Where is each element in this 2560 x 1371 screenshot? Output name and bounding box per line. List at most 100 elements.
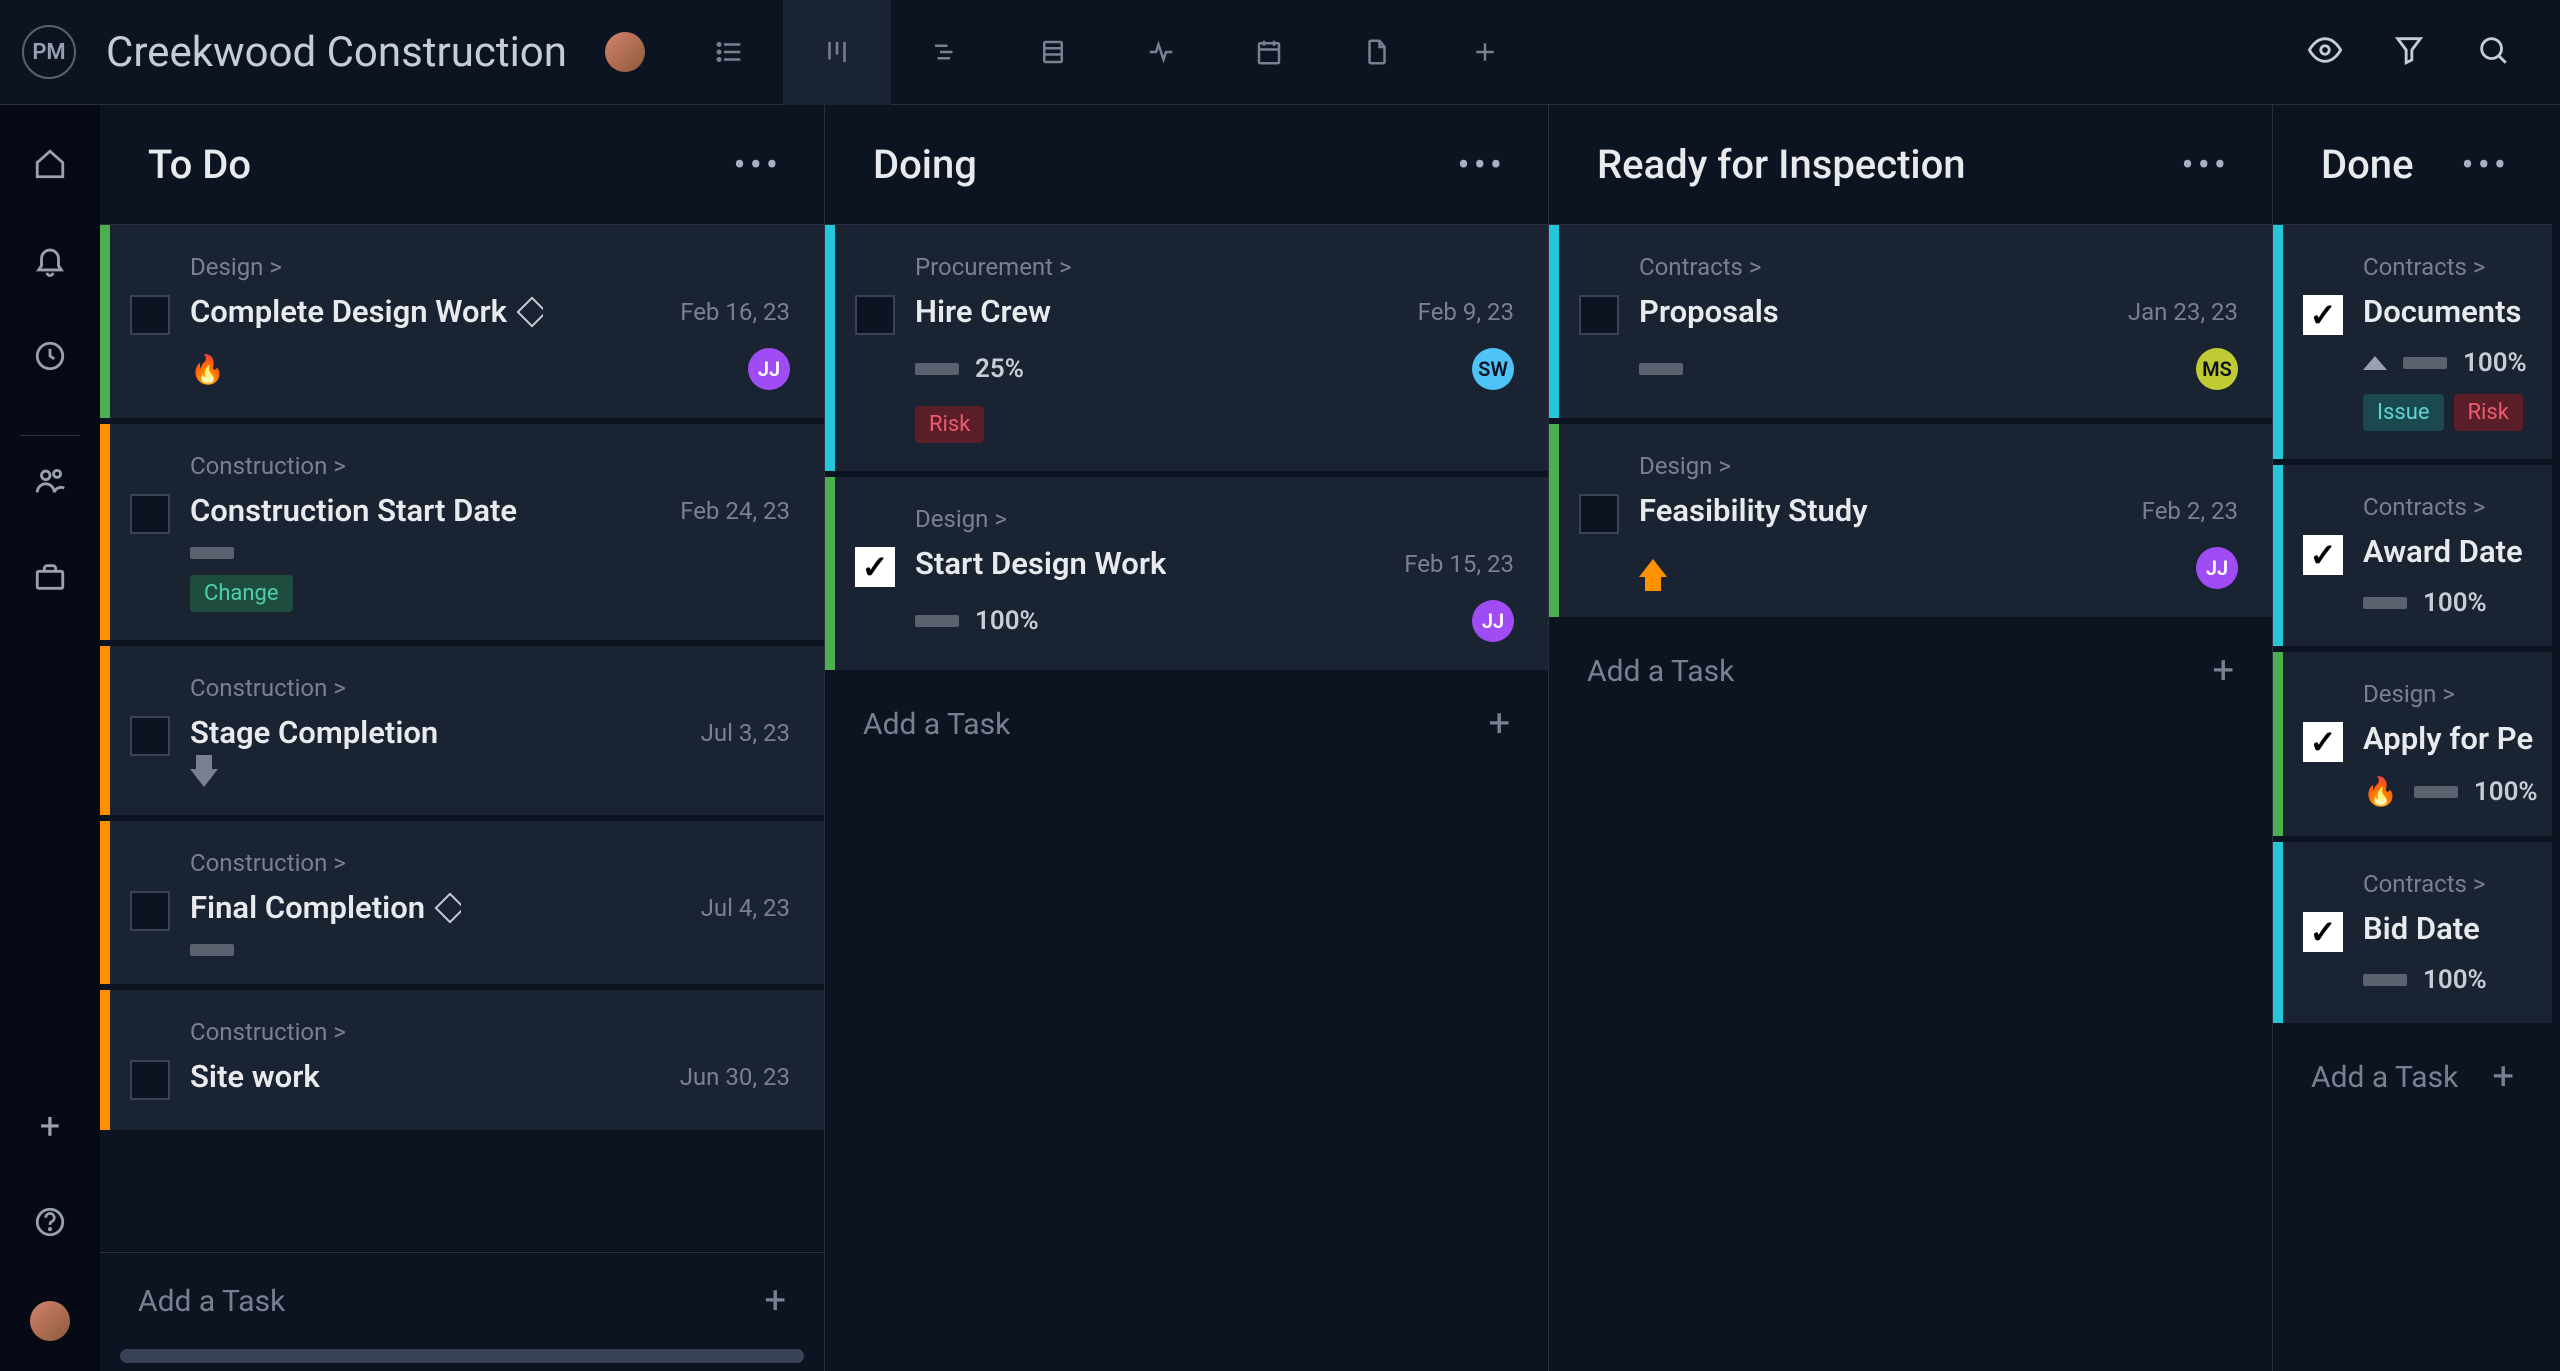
card-title: Hire Crew — [915, 293, 1051, 330]
assignee-avatar[interactable]: SW — [1472, 348, 1514, 390]
task-checkbox[interactable] — [2303, 912, 2343, 952]
view-files[interactable] — [1323, 0, 1431, 105]
view-board[interactable] — [783, 0, 891, 105]
task-card[interactable]: Procurement >Hire CrewFeb 9, 2325%SWRisk — [825, 225, 1548, 471]
project-title[interactable]: Creekwood Construction — [106, 28, 567, 77]
add-task-button[interactable]: Add a Task+ — [1549, 623, 2272, 719]
task-card[interactable]: Construction >Final CompletionJul 4, 23 — [100, 821, 824, 984]
search-button[interactable] — [2476, 33, 2510, 71]
task-card[interactable]: Design >Complete Design WorkFeb 16, 23🔥J… — [100, 225, 824, 418]
task-card[interactable]: Construction >Construction Start DateFeb… — [100, 424, 824, 640]
card-category[interactable]: Construction > — [190, 674, 790, 702]
task-card[interactable]: Contracts >Documents100%IssueRisk — [2273, 225, 2552, 459]
card-category[interactable]: Contracts > — [2363, 253, 2527, 281]
add-task-button[interactable]: Add a Task+ — [100, 1253, 824, 1349]
nav-recent[interactable] — [33, 339, 67, 377]
task-checkbox[interactable] — [130, 295, 170, 335]
view-activity[interactable] — [1107, 0, 1215, 105]
task-card[interactable]: Construction >Stage CompletionJul 3, 23 — [100, 646, 824, 815]
card-content: Procurement >Hire CrewFeb 9, 2325%SWRisk — [835, 225, 1548, 471]
card-category[interactable]: Construction > — [190, 1018, 790, 1046]
card-category[interactable]: Procurement > — [915, 253, 1514, 281]
column-menu-button[interactable]: ••• — [1458, 144, 1506, 186]
kanban-board[interactable]: To Do ••• Design >Complete Design WorkFe… — [100, 105, 2560, 1371]
people-icon — [33, 464, 67, 498]
add-task-label: Add a Task — [863, 707, 1010, 742]
task-card[interactable]: Design >Feasibility StudyFeb 2, 23JJ — [1549, 424, 2272, 617]
task-checkbox[interactable] — [855, 295, 895, 335]
view-table[interactable] — [999, 0, 1107, 105]
view-add[interactable] — [1431, 0, 1539, 105]
task-card[interactable]: Contracts >Award Date100% — [2273, 465, 2552, 646]
task-card[interactable]: Contracts >ProposalsJan 23, 23MS — [1549, 225, 2272, 418]
tag[interactable]: Risk — [915, 406, 984, 443]
tag[interactable]: Issue — [2363, 394, 2444, 431]
task-checkbox[interactable] — [130, 716, 170, 756]
card-main: Procurement >Hire CrewFeb 9, 2325%SWRisk — [915, 253, 1514, 443]
nav-team[interactable] — [33, 464, 67, 502]
priority-high-icon — [1639, 559, 1667, 577]
column-title: Done — [2321, 141, 2414, 188]
column-body: Contracts > Documents 100% Issue Risk Contrac… — [2273, 225, 2552, 1371]
card-title: Documents — [2363, 293, 2521, 330]
task-checkbox[interactable] — [1579, 295, 1619, 335]
assignee-avatar[interactable]: JJ — [748, 348, 790, 390]
progress-text: 100% — [2423, 965, 2487, 995]
view-calendar[interactable] — [1215, 0, 1323, 105]
task-card[interactable]: Design >Apply for Pe🔥100% — [2273, 652, 2552, 836]
task-card[interactable]: Construction >Site workJun 30, 23 — [100, 990, 824, 1130]
plus-icon: + — [1488, 702, 1510, 746]
add-task-button[interactable]: Add a Task + — [825, 676, 1548, 772]
task-checkbox[interactable] — [2303, 722, 2343, 762]
card-category[interactable]: Contracts > — [2363, 493, 2523, 521]
card-category[interactable]: Design > — [1639, 452, 2238, 480]
task-card[interactable]: Design >Start Design WorkFeb 15, 23100%J… — [825, 477, 1548, 670]
app-logo[interactable]: PM — [22, 25, 76, 79]
tag[interactable]: Change — [190, 575, 293, 612]
task-checkbox[interactable] — [2303, 295, 2343, 335]
task-checkbox[interactable] — [2303, 535, 2343, 575]
assignee-avatar[interactable]: JJ — [1472, 600, 1514, 642]
card-category[interactable]: Contracts > — [2363, 870, 2518, 898]
column-menu-button[interactable]: ••• — [2462, 144, 2510, 186]
card-stripe — [2273, 465, 2283, 646]
filter-button[interactable] — [2392, 33, 2426, 71]
card-category[interactable]: Construction > — [190, 849, 790, 877]
scrollbar[interactable] — [120, 1349, 804, 1363]
nav-add[interactable]: + — [40, 1105, 60, 1147]
nav-user-avatar[interactable] — [30, 1301, 70, 1341]
card-date: Feb 2, 23 — [2142, 497, 2238, 525]
assignee-avatar[interactable]: JJ — [2196, 547, 2238, 589]
card-stripe — [100, 646, 110, 815]
nav-notifications[interactable] — [33, 243, 67, 281]
task-card[interactable]: Contracts >Bid Date100% — [2273, 842, 2552, 1023]
card-category[interactable]: Construction > — [190, 452, 790, 480]
view-list[interactable] — [675, 0, 783, 105]
card-category[interactable]: Design > — [915, 505, 1514, 533]
assignee-avatar[interactable]: MS — [2196, 348, 2238, 390]
task-checkbox[interactable] — [1579, 494, 1619, 534]
view-gantt[interactable] — [891, 0, 999, 105]
task-checkbox[interactable] — [130, 891, 170, 931]
nav-help[interactable] — [33, 1205, 67, 1243]
card-category[interactable]: Contracts > — [1639, 253, 2238, 281]
task-checkbox[interactable] — [130, 1060, 170, 1100]
card-category[interactable]: Design > — [2363, 680, 2538, 708]
column-menu-button[interactable]: ••• — [2182, 144, 2230, 186]
nav-home[interactable] — [33, 147, 67, 185]
calendar-icon — [1254, 37, 1284, 67]
visibility-button[interactable] — [2308, 33, 2342, 71]
task-checkbox[interactable] — [855, 547, 895, 587]
project-avatar[interactable] — [605, 32, 645, 72]
card-content: Construction >Site workJun 30, 23 — [110, 990, 824, 1130]
add-task-label: Add a Task — [2311, 1060, 2458, 1095]
task-checkbox[interactable] — [130, 494, 170, 534]
add-task-button[interactable]: Add a Task+ — [2273, 1029, 2552, 1125]
eye-icon — [2308, 33, 2342, 67]
tag[interactable]: Risk — [2454, 394, 2523, 431]
card-category[interactable]: Design > — [190, 253, 790, 281]
nav-portfolio[interactable] — [33, 560, 67, 598]
column-menu-button[interactable]: ••• — [734, 144, 782, 186]
progress-bar — [915, 363, 959, 375]
list-icon — [714, 37, 744, 67]
